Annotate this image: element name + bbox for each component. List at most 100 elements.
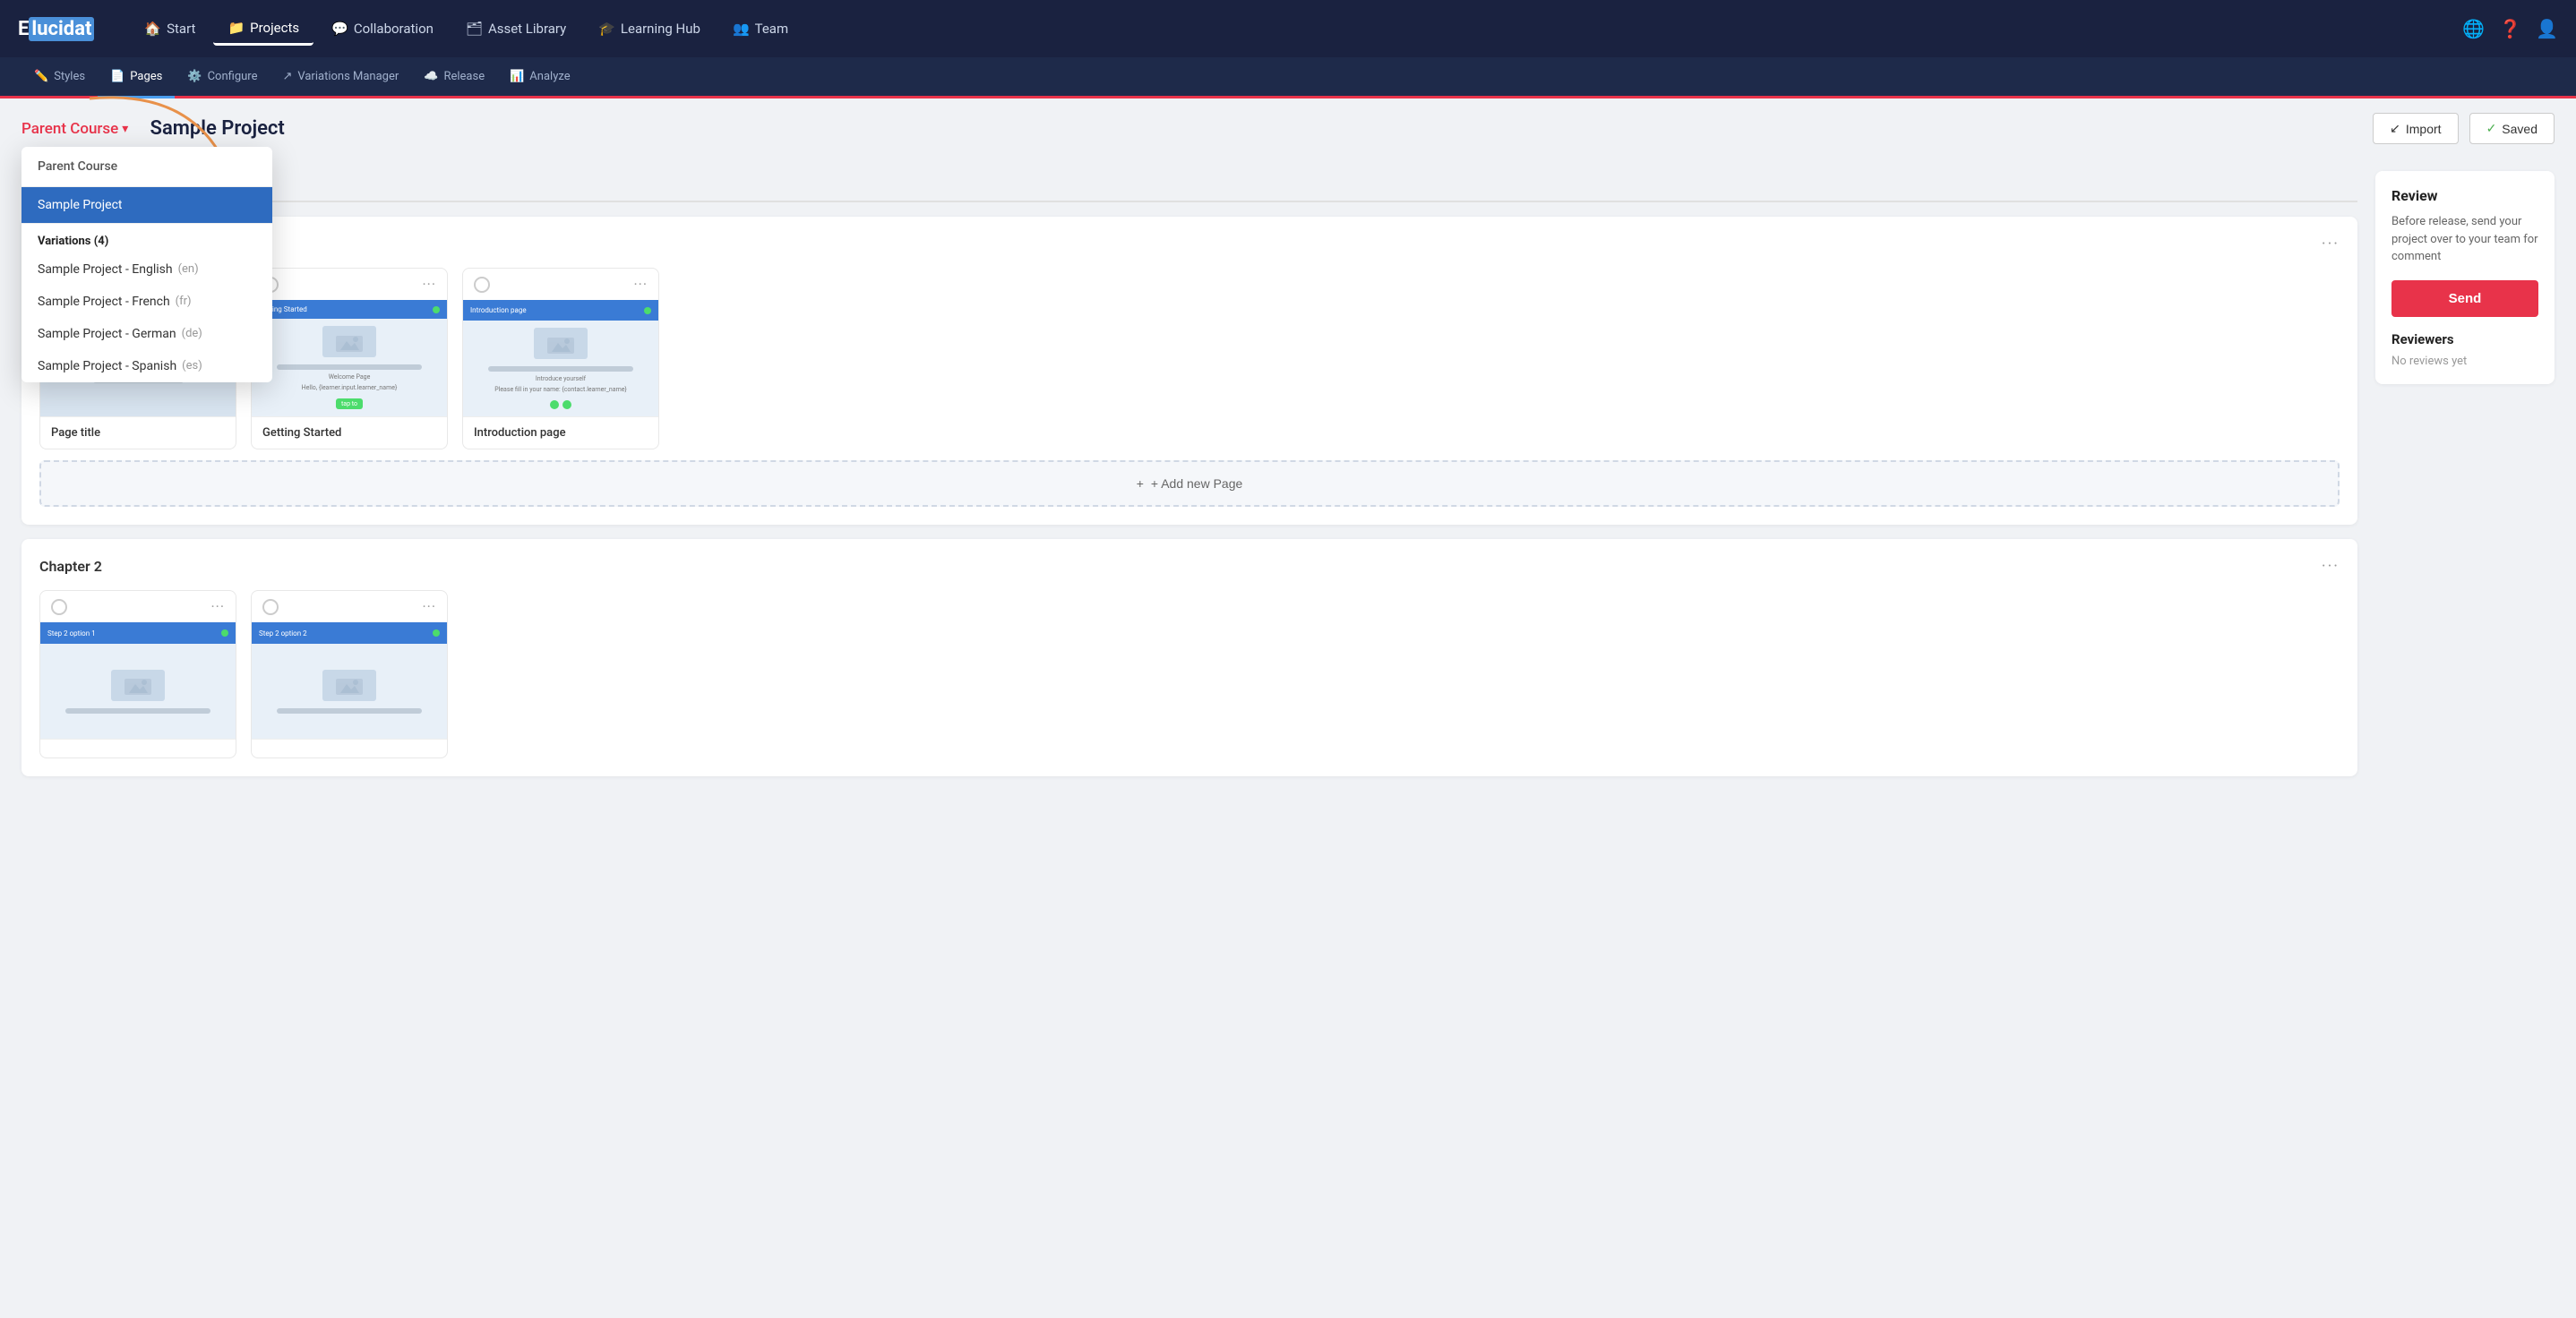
thumb-topbar-5: Step 2 option 2 [252, 622, 447, 644]
page-card-title-3: Introduction page [463, 416, 658, 449]
dropdown-variation-es[interactable]: Sample Project - Spanish (es) [21, 350, 272, 382]
variations-manager-icon: ↗ [282, 70, 292, 83]
asset-library-icon: 🗂 [466, 21, 483, 37]
learning-hub-icon: 🎓 [598, 21, 615, 37]
page-thumb-3: Introduction page Introduce yourself Ple… [463, 300, 658, 416]
logo-highlight: lucidat [29, 17, 94, 41]
page-card-menu-5[interactable]: ··· [422, 598, 436, 615]
plus-icon: + [1137, 476, 1144, 491]
thumb-image-5 [322, 670, 376, 701]
pages-icon: 📄 [110, 70, 125, 83]
thumb-line-4 [488, 366, 633, 372]
page-thumb-4: Step 2 option 1 [40, 622, 236, 739]
thumb-line-6 [277, 708, 422, 714]
home-icon: 🏠 [144, 21, 161, 37]
chapter-block-1: ··· ··· [21, 217, 2357, 525]
nav-team[interactable]: 👥 Team [718, 13, 803, 44]
chevron-down-icon: ▾ [122, 122, 128, 136]
logo-e: E [18, 18, 29, 40]
thumb-badge-2: tap to [336, 398, 363, 409]
subnav-variations-manager[interactable]: ↗ Variations Manager [270, 57, 411, 98]
content-area: ⊞ Grid ≡ List ··· ··· [21, 171, 2357, 791]
projects-icon: 📁 [228, 20, 245, 36]
logo[interactable]: Elucidat [18, 17, 94, 41]
page-card-header-2: ··· [252, 269, 447, 300]
right-panel: Review Before release, send your project… [2375, 171, 2555, 791]
page-card-step2-2[interactable]: ··· Step 2 option 2 [251, 590, 448, 758]
subnav-release[interactable]: ☁️ Release [411, 57, 497, 98]
thumb-text-2: Welcome Page [329, 373, 371, 381]
chapter-1-pages-grid: ··· Page title [39, 268, 2340, 449]
saved-button[interactable]: ✓ Saved [2469, 113, 2555, 144]
page-card-menu-4[interactable]: ··· [210, 598, 225, 615]
subnav-analyze[interactable]: 📊 Analyze [497, 57, 582, 98]
thumb-subtext-2: Hello, {learner.input.learner_name} [302, 384, 398, 391]
page-card-header-3: ··· [463, 269, 658, 300]
page-card-header-4: ··· [40, 591, 236, 622]
dropdown-variations-header: Variations (4) [21, 223, 272, 253]
add-page-button[interactable]: + + Add new Page [39, 460, 2340, 507]
thumb-line-5 [65, 708, 210, 714]
page-card-header-5: ··· [252, 591, 447, 622]
breadcrumb-separator [137, 120, 141, 138]
nav-learning-hub[interactable]: 🎓 Learning Hub [584, 13, 715, 44]
help-icon[interactable]: ❓ [2499, 18, 2521, 39]
nav-start[interactable]: 🏠 Start [130, 13, 210, 44]
thumb-topbar-2: Getting Started [252, 300, 447, 319]
subnav-pages[interactable]: 📄 Pages [98, 57, 175, 98]
styles-icon: ✏️ [34, 70, 48, 83]
page-card-introduction[interactable]: ··· Introduction page [462, 268, 659, 449]
breadcrumb-row: Parent Course ▾ Parent Course Sample Pro… [0, 98, 2576, 153]
thumb-image-2 [322, 326, 376, 357]
nav-collaboration[interactable]: 💬 Collaboration [317, 13, 448, 44]
nav-asset-library[interactable]: 🗂 Asset Library [451, 13, 580, 44]
breadcrumb-parent[interactable]: Parent Course ▾ [21, 120, 128, 138]
thumb-image-4 [111, 670, 165, 701]
page-card-menu-3[interactable]: ··· [633, 276, 648, 293]
chapter-2-header: Chapter 2 ··· [39, 557, 2340, 576]
top-nav: Elucidat 🏠 Start 📁 Projects 💬 Collaborat… [0, 0, 2576, 57]
dropdown-variation-fr[interactable]: Sample Project - French (fr) [21, 286, 272, 318]
chapter-1-menu[interactable]: ··· [2322, 235, 2340, 253]
thumb-dot-green [550, 400, 559, 409]
page-card-step2-1[interactable]: ··· Step 2 option 1 [39, 590, 236, 758]
user-icon[interactable]: 👤 [2536, 18, 2558, 39]
globe-icon[interactable]: 🌐 [2462, 18, 2485, 39]
page-thumb-5: Step 2 option 2 [252, 622, 447, 739]
chapter-2-menu[interactable]: ··· [2322, 557, 2340, 576]
page-select-5[interactable] [262, 599, 279, 615]
sub-nav: ✏️ Styles 📄 Pages ⚙️ Configure ↗ Variati… [0, 57, 2576, 98]
thumb-line-3 [277, 364, 422, 370]
dropdown-menu: Parent Course Sample Project Variations … [21, 147, 272, 382]
send-button[interactable]: Send [2391, 280, 2538, 317]
review-panel: Review Before release, send your project… [2375, 171, 2555, 384]
thumb-topbar-3: Introduction page [463, 300, 658, 321]
import-button[interactable]: ↙ Import [2373, 113, 2458, 144]
page-card-menu-2[interactable]: ··· [422, 276, 436, 293]
subnav-configure[interactable]: ⚙️ Configure [175, 57, 270, 98]
view-toggle: ⊞ Grid ≡ List [21, 171, 2357, 202]
nav-projects[interactable]: 📁 Projects [213, 13, 313, 46]
breadcrumb-current: Sample Project [150, 117, 285, 140]
page-select-4[interactable] [51, 599, 67, 615]
check-icon: ✓ [2486, 121, 2497, 136]
thumb-text-3: Introduce yourself [536, 375, 586, 382]
page-card-getting-started[interactable]: ··· Getting Started [251, 268, 448, 449]
review-description: Before release, send your project over t… [2391, 213, 2538, 266]
thumb-topbar-4: Step 2 option 1 [40, 622, 236, 644]
page-select-3[interactable] [474, 277, 490, 293]
configure-icon: ⚙️ [187, 70, 202, 83]
page-card-title-5 [252, 739, 447, 757]
collaboration-icon: 💬 [331, 21, 348, 37]
dropdown-header: Parent Course [21, 147, 272, 187]
subnav-styles[interactable]: ✏️ Styles [21, 57, 98, 98]
reviewers-empty: No reviews yet [2391, 355, 2538, 368]
dropdown-variation-en[interactable]: Sample Project - English (en) [21, 253, 272, 286]
thumb-image-3 [534, 328, 588, 359]
page-card-title-2: Getting Started [252, 416, 447, 449]
import-icon: ↙ [2390, 121, 2400, 136]
nav-right: 🌐 ❓ 👤 [2462, 18, 2558, 39]
dropdown-variation-de[interactable]: Sample Project - German (de) [21, 318, 272, 350]
chapter-block-2: Chapter 2 ··· ··· Step 2 option 1 [21, 539, 2357, 776]
dropdown-item-sample-project[interactable]: Sample Project [21, 187, 272, 223]
